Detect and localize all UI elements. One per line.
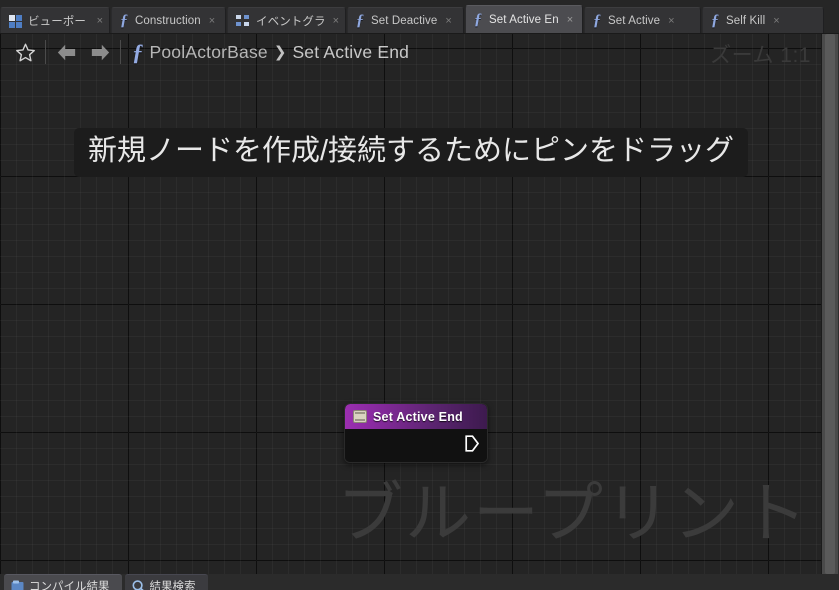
tab-close-icon[interactable]: × xyxy=(207,15,215,27)
tab-label: Self Kill xyxy=(726,15,766,27)
tab-close-icon[interactable]: × xyxy=(331,15,339,27)
function-fx-icon: ƒ xyxy=(711,12,719,29)
tab-label: Set Active En xyxy=(489,14,559,26)
find-results-icon xyxy=(132,579,144,590)
bottom-tab-label: コンパイル結果 xyxy=(29,580,110,590)
tab-label: Construction xyxy=(135,15,201,27)
vertical-scrollbar[interactable] xyxy=(821,34,839,574)
favorite-button[interactable] xyxy=(8,37,42,67)
toolbar-divider xyxy=(45,40,46,64)
function-fx-icon: ƒ xyxy=(593,12,601,29)
bottom-tab-compiler-results[interactable]: コンパイル結果 xyxy=(4,574,122,590)
graph-tab-bar: ビューポート × ƒ Construction × イベントグラフ × ƒ Se… xyxy=(0,0,839,34)
breadcrumb-root[interactable]: PoolActorBase xyxy=(150,42,268,63)
breadcrumb-leaf[interactable]: Set Active End xyxy=(292,42,409,63)
graph-type-watermark: ブループリント xyxy=(336,476,809,550)
blueprint-graph-canvas[interactable]: ƒ PoolActorBase ❯ Set Active End ズーム 1:1… xyxy=(0,34,823,574)
tab-set-active[interactable]: ƒ Set Active × xyxy=(584,7,701,34)
tab-set-deactive[interactable]: ƒ Set Deactive × xyxy=(347,7,464,34)
function-fx-icon: ƒ xyxy=(474,11,482,28)
vertical-scrollbar-thumb[interactable] xyxy=(825,34,835,574)
arrow-right-icon xyxy=(91,44,109,60)
chevron-right-icon: ❯ xyxy=(273,44,287,61)
back-button[interactable] xyxy=(49,37,83,67)
function-fx-icon: ƒ xyxy=(132,39,144,65)
blueprint-node-set-active-end[interactable]: Set Active End xyxy=(344,403,488,463)
function-fx-icon: ƒ xyxy=(120,12,128,29)
tab-label: イベントグラフ xyxy=(256,16,325,28)
graph-instruction-banner: 新規ノードを作成/接続するためにピンをドラッグ xyxy=(74,128,749,178)
tab-set-active-end[interactable]: ƒ Set Active En × xyxy=(465,5,583,34)
forward-button[interactable] xyxy=(83,37,117,67)
node-title: Set Active End xyxy=(373,409,463,424)
compiler-results-icon xyxy=(11,580,24,590)
zoom-level-label: ズーム 1:1 xyxy=(710,44,811,67)
bottom-tab-find-results[interactable]: 結果検索 xyxy=(124,574,208,590)
tab-label: Set Deactive xyxy=(371,15,438,27)
tab-label: ビューポート xyxy=(28,16,89,28)
viewport-grid-icon xyxy=(9,14,22,28)
tab-viewport[interactable]: ビューポート × xyxy=(0,7,110,34)
tab-label: Set Active xyxy=(608,15,661,27)
bottom-tab-label: 結果検索 xyxy=(149,580,196,590)
tab-close-icon[interactable]: × xyxy=(666,15,674,27)
star-icon xyxy=(15,43,35,61)
toolbar-divider xyxy=(120,40,121,64)
tab-close-icon[interactable]: × xyxy=(565,14,573,26)
tab-self-kill[interactable]: ƒ Self Kill × xyxy=(702,7,824,34)
tab-event-graph[interactable]: イベントグラフ × xyxy=(227,7,346,34)
bottom-panel-tab-bar: コンパイル結果 結果検索 xyxy=(0,574,839,590)
tab-close-icon[interactable]: × xyxy=(771,15,779,27)
breadcrumb: ƒ PoolActorBase ❯ Set Active End xyxy=(0,34,823,70)
node-header[interactable]: Set Active End xyxy=(345,404,487,429)
tab-close-icon[interactable]: × xyxy=(95,15,103,27)
blueprint-editor-window: ビューポート × ƒ Construction × イベントグラフ × ƒ Se… xyxy=(0,0,839,590)
event-graph-icon xyxy=(236,14,250,28)
node-body xyxy=(345,429,487,462)
tab-close-icon[interactable]: × xyxy=(443,15,451,27)
function-fx-icon: ƒ xyxy=(356,12,364,29)
tab-construction-script[interactable]: ƒ Construction × xyxy=(111,7,226,34)
arrow-left-icon xyxy=(57,44,75,60)
exec-output-pin[interactable] xyxy=(465,435,479,452)
function-node-icon xyxy=(353,410,367,423)
